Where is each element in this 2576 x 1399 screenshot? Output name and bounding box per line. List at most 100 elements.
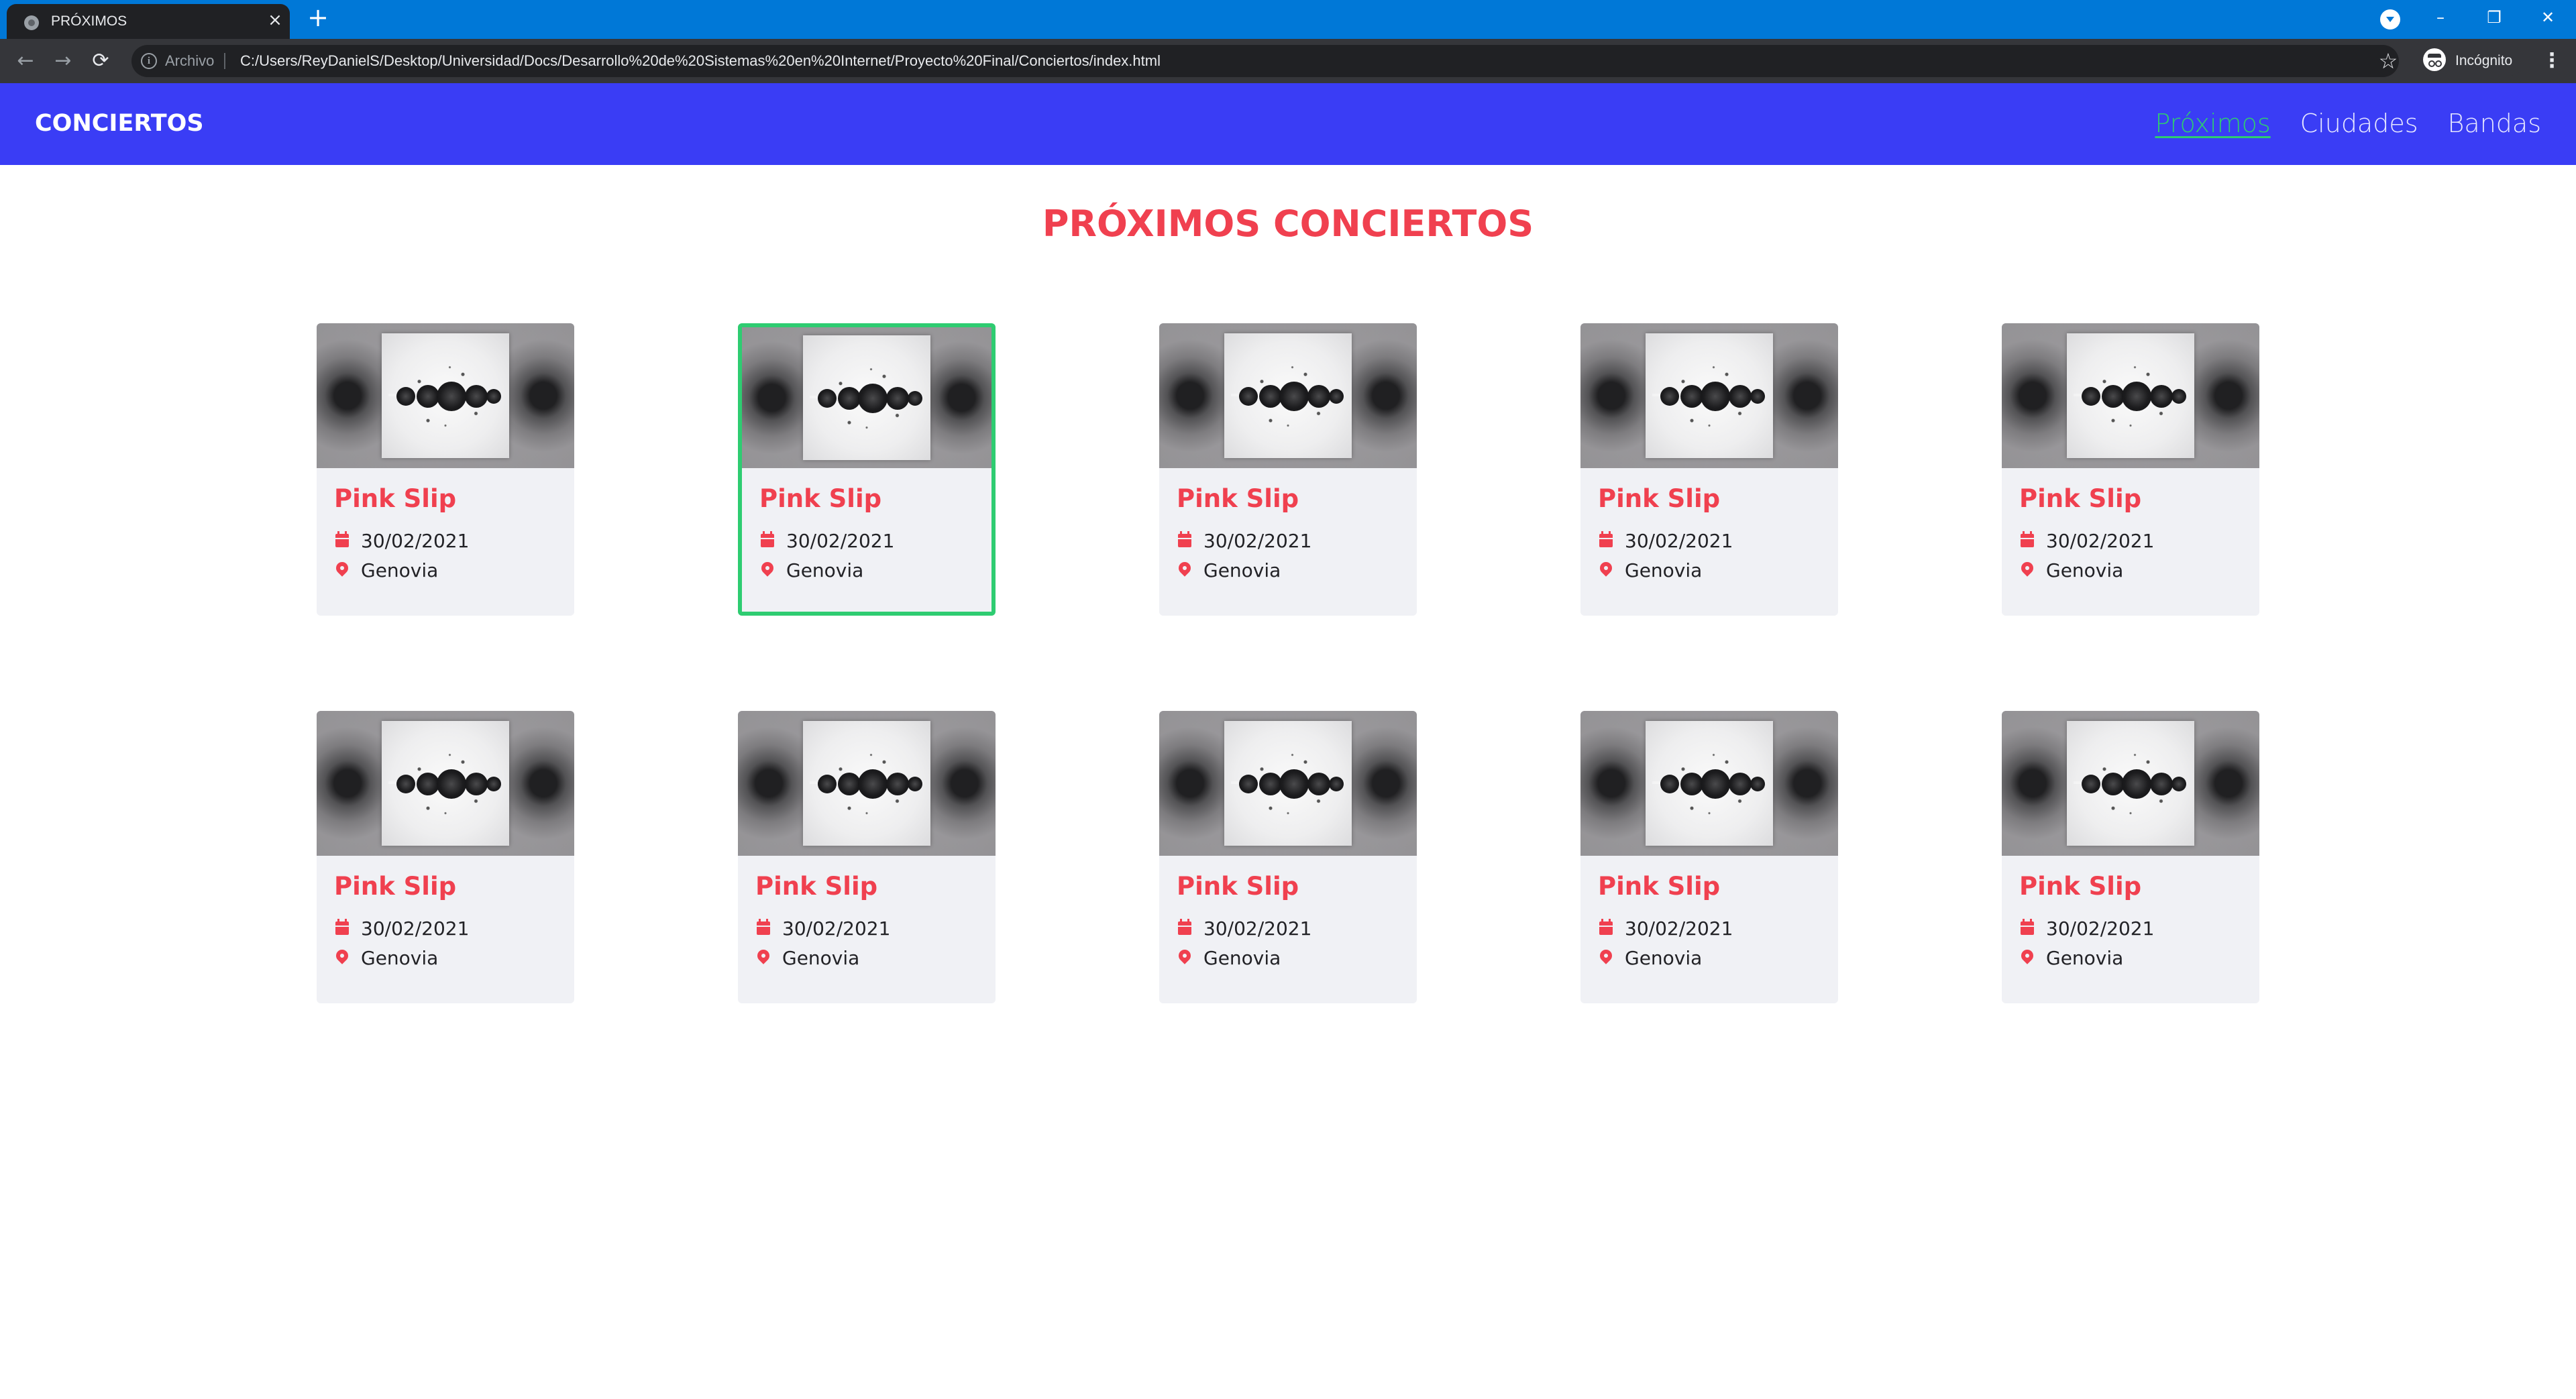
calendar-icon — [759, 531, 775, 549]
forward-button[interactable]: → — [50, 48, 76, 74]
page-title: PRÓXIMOS CONCIERTOS — [1042, 203, 1534, 245]
concert-date: 30/02/2021 — [1203, 529, 1312, 552]
map-pin-icon — [1176, 947, 1193, 966]
back-button[interactable]: ← — [12, 48, 39, 74]
concert-image — [738, 711, 996, 856]
concert-date-row: 30/02/2021 — [1598, 529, 1821, 552]
concert-card[interactable]: Pink Slip 30/02/2021 Genovia — [317, 323, 574, 616]
map-pin-icon — [1597, 947, 1615, 966]
url-text[interactable]: C:/Users/ReyDanielS/Desktop/Universidad/… — [240, 52, 1161, 70]
concert-card[interactable]: Pink Slip 30/02/2021 Genovia — [1159, 323, 1417, 616]
close-window-button[interactable]: ✕ — [2533, 3, 2563, 32]
concert-image — [1159, 323, 1417, 468]
site-navbar: CONCIERTOS Próximos Ciudades Bandas — [0, 83, 2576, 165]
concert-card[interactable]: Pink Slip 30/02/2021 Genovia — [1159, 711, 1417, 1003]
concert-card[interactable]: Pink Slip 30/02/2021 Genovia — [317, 711, 574, 1003]
concert-date-row: 30/02/2021 — [2019, 917, 2242, 940]
map-pin-icon — [333, 947, 351, 966]
concert-location: Genovia — [1625, 559, 1703, 581]
brand-logo[interactable]: CONCIERTOS — [35, 110, 204, 137]
concert-title: Pink Slip — [1598, 872, 1721, 901]
browser-tab[interactable]: PRÓXIMOS × — [7, 4, 290, 39]
nav-link-bandas[interactable]: Bandas — [2448, 109, 2541, 138]
map-pin-icon — [2019, 947, 2036, 966]
album-cover-image — [1224, 721, 1352, 846]
concert-title: Pink Slip — [759, 484, 882, 513]
tab-search-icon[interactable] — [2380, 9, 2400, 30]
concert-image — [317, 711, 574, 856]
concert-title: Pink Slip — [334, 484, 457, 513]
concert-location-row: Genovia — [333, 946, 557, 969]
concert-date: 30/02/2021 — [782, 917, 891, 940]
concert-location-row: Genovia — [333, 559, 557, 581]
concert-date: 30/02/2021 — [2046, 917, 2155, 940]
album-cover-image — [803, 335, 930, 460]
concert-card[interactable]: Pink Slip 30/02/2021 Genovia — [1580, 323, 1838, 616]
concert-location: Genovia — [361, 946, 439, 969]
concert-date: 30/02/2021 — [361, 529, 470, 552]
calendar-icon — [755, 919, 771, 937]
globe-icon — [24, 15, 39, 30]
incognito-profile-button[interactable]: Incógnito — [2418, 46, 2525, 76]
concert-image — [1159, 711, 1417, 856]
concert-title: Pink Slip — [1177, 872, 1299, 901]
calendar-icon — [1177, 919, 1193, 937]
map-pin-icon — [1176, 559, 1193, 579]
concert-date: 30/02/2021 — [2046, 529, 2155, 552]
concert-date-row: 30/02/2021 — [1177, 529, 1399, 552]
concert-location-row: Genovia — [1597, 559, 1821, 581]
tab-title: PRÓXIMOS — [51, 13, 127, 29]
map-pin-icon — [1597, 559, 1615, 579]
concert-date: 30/02/2021 — [1203, 917, 1312, 940]
concert-card[interactable]: Pink Slip 30/02/2021 Genovia — [2002, 711, 2259, 1003]
incognito-icon — [2423, 48, 2446, 72]
incognito-label: Incógnito — [2455, 53, 2513, 68]
concert-location-row: Genovia — [2019, 946, 2242, 969]
address-bar[interactable]: i Archivo C:/Users/ReyDanielS/Desktop/Un… — [131, 45, 2399, 77]
concert-title: Pink Slip — [1177, 484, 1299, 513]
concert-date-row: 30/02/2021 — [1177, 917, 1399, 940]
concert-image — [1580, 323, 1838, 468]
concert-date-row: 30/02/2021 — [334, 917, 557, 940]
map-pin-icon — [759, 559, 776, 579]
calendar-icon — [2019, 919, 2035, 937]
calendar-icon — [2019, 531, 2035, 549]
concert-date: 30/02/2021 — [786, 529, 895, 552]
concert-image — [1580, 711, 1838, 856]
concert-location: Genovia — [2046, 559, 2124, 581]
concert-date-row: 30/02/2021 — [759, 529, 974, 552]
restore-button[interactable]: ❐ — [2479, 3, 2509, 32]
concert-date: 30/02/2021 — [1625, 917, 1733, 940]
minimize-button[interactable]: – — [2426, 3, 2455, 32]
origin-chip: Archivo — [165, 52, 215, 69]
concert-location: Genovia — [782, 946, 860, 969]
browser-tab-bar: PRÓXIMOS × + – ❐ ✕ — [0, 0, 2576, 39]
concert-card[interactable]: Pink Slip 30/02/2021 Genovia — [738, 323, 996, 616]
album-cover-image — [803, 721, 930, 846]
new-tab-button[interactable]: + — [305, 4, 331, 31]
map-pin-icon — [755, 947, 772, 966]
concert-location: Genovia — [1203, 559, 1281, 581]
nav-link-ciudades[interactable]: Ciudades — [2300, 109, 2418, 138]
concert-card[interactable]: Pink Slip 30/02/2021 Genovia — [738, 711, 996, 1003]
concert-location-row: Genovia — [1176, 946, 1399, 969]
concert-image — [317, 323, 574, 468]
concert-card[interactable]: Pink Slip 30/02/2021 Genovia — [2002, 323, 2259, 616]
concert-image — [2002, 711, 2259, 856]
nav-link-proximos[interactable]: Próximos — [2155, 109, 2270, 138]
concert-title: Pink Slip — [2019, 484, 2142, 513]
info-icon[interactable]: i — [141, 53, 157, 69]
map-pin-icon — [2019, 559, 2036, 579]
reload-button[interactable]: ⟳ — [87, 48, 114, 74]
album-cover-image — [1224, 333, 1352, 458]
concert-card[interactable]: Pink Slip 30/02/2021 Genovia — [1580, 711, 1838, 1003]
concert-location: Genovia — [2046, 946, 2124, 969]
bookmark-star-icon[interactable]: ☆ — [2375, 48, 2402, 74]
concert-image — [2002, 323, 2259, 468]
close-tab-icon[interactable]: × — [264, 9, 286, 31]
album-cover-image — [2067, 721, 2194, 846]
concert-location-row: Genovia — [1176, 559, 1399, 581]
concert-location: Genovia — [1203, 946, 1281, 969]
browser-menu-icon[interactable]: ⋮ — [2538, 48, 2565, 74]
concert-date: 30/02/2021 — [1625, 529, 1733, 552]
